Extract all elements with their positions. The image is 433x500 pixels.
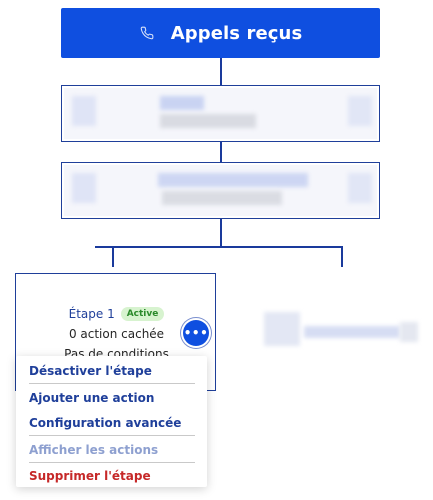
trigger-node-header[interactable]: Appels reçus [61, 8, 380, 58]
connector-line [220, 58, 222, 85]
connector-line [112, 246, 114, 267]
status-badge: Active [120, 307, 165, 321]
menu-item-add-action[interactable]: Ajouter une action [29, 391, 154, 405]
branch-connector [95, 246, 343, 248]
menu-item-advanced-config[interactable]: Configuration avancée [29, 416, 181, 430]
step-title: Étape 1 [68, 307, 115, 321]
blurred-content [64, 88, 377, 139]
trigger-title: Appels reçus [170, 22, 303, 44]
more-options-button[interactable]: ••• [183, 320, 209, 346]
menu-divider [29, 435, 195, 436]
flow-editor-canvas: Appels reçus Étape 1 Active 0 action cac… [0, 0, 433, 500]
blurred-node-1[interactable] [61, 85, 380, 142]
phone-icon [139, 25, 155, 41]
more-horizontal-icon: ••• [183, 326, 209, 340]
blurred-content [64, 165, 377, 216]
blurred-branch-node[interactable] [260, 308, 420, 354]
menu-item-deactivate-step[interactable]: Désactiver l'étape [29, 364, 152, 378]
step-title-row: Étape 1 Active [16, 307, 217, 321]
menu-item-show-actions: Afficher les actions [29, 443, 159, 457]
connector-line [341, 246, 343, 267]
blurred-node-2[interactable] [61, 162, 380, 219]
menu-item-delete-step[interactable]: Supprimer l'étape [29, 469, 151, 483]
menu-divider [29, 383, 195, 384]
step-context-menu: Désactiver l'étape Ajouter une action Co… [16, 356, 207, 487]
menu-divider [29, 462, 195, 463]
connector-line [220, 219, 222, 247]
connector-line [220, 142, 222, 162]
